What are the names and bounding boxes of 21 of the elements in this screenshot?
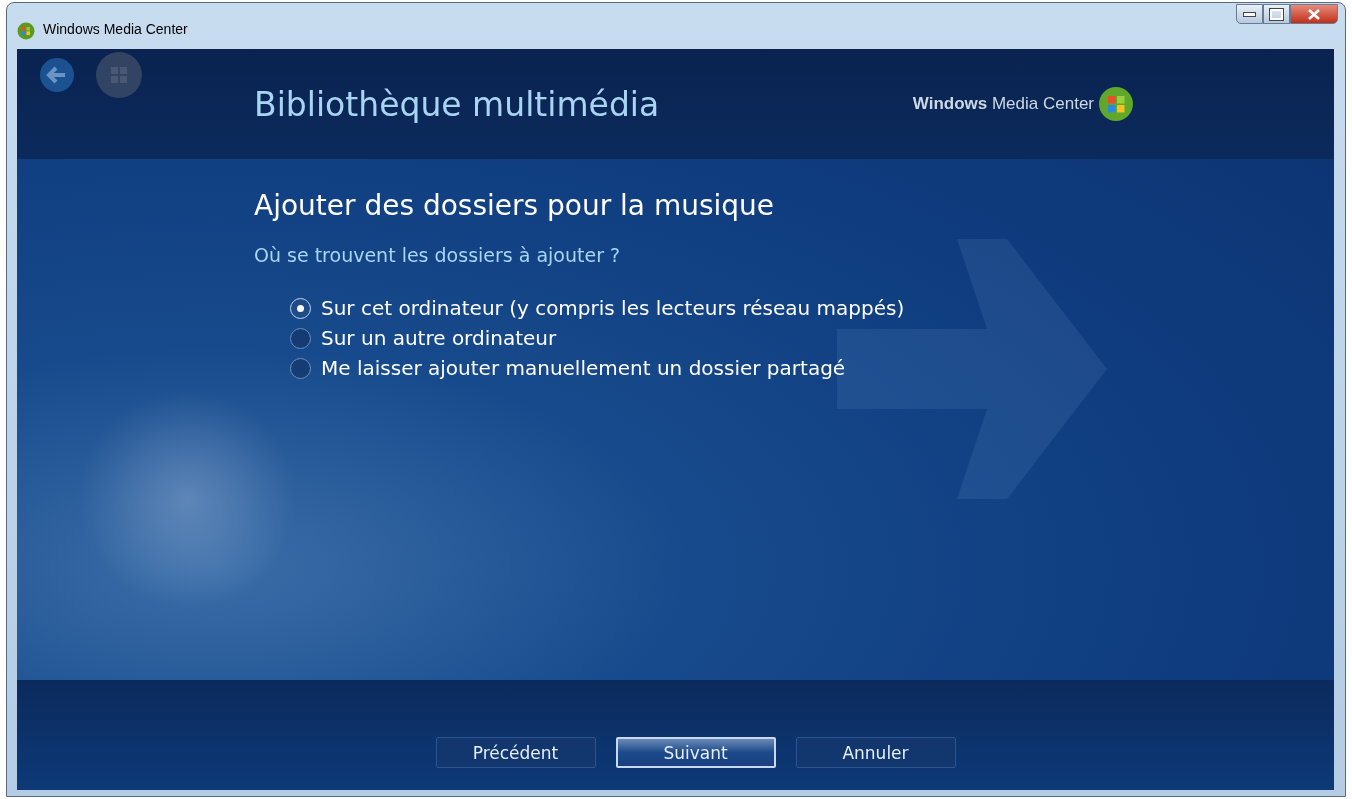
radio-button[interactable] <box>290 297 311 319</box>
window-title: Windows Media Center <box>43 21 188 37</box>
wizard-button[interactable]: Précédent <box>435 737 596 768</box>
windows-logo-icon <box>17 22 35 40</box>
page-title: Bibliothèque multimédia <box>254 84 660 124</box>
start-button[interactable] <box>95 51 143 99</box>
brand-logo-text: Windows Media Center <box>912 94 1094 114</box>
wizard-button[interactable]: Suivant <box>615 737 776 768</box>
radio-button[interactable] <box>290 327 311 349</box>
section-heading: Ajouter des dossiers pour la musique <box>254 189 776 222</box>
maximize-button[interactable] <box>1263 4 1290 24</box>
option-label[interactable]: Sur un autre ordinateur <box>321 326 557 350</box>
option-label[interactable]: Me laisser ajouter manuellement un dossier partagé <box>321 356 846 380</box>
question-text: Où se trouvent les dossiers à ajouter ? <box>254 244 622 266</box>
minimize-button[interactable] <box>1236 4 1263 24</box>
option-label[interactable]: Sur cet ordinateur (y compris les lecteurs réseau mappés) <box>321 296 905 320</box>
wizard-button[interactable]: Annuler <box>795 737 956 768</box>
close-button[interactable] <box>1290 4 1338 24</box>
close-icon <box>1308 8 1320 20</box>
windows-orb-icon <box>1098 86 1134 122</box>
radio-button[interactable] <box>290 357 311 379</box>
